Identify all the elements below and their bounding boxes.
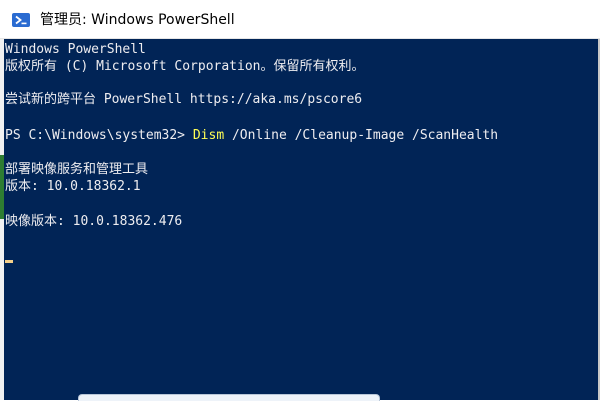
console-prompt: PS C:\Windows\system32> <box>5 128 193 143</box>
command-arguments: /Online /Cleanup-Image /ScanHealth <box>224 128 499 143</box>
console-line: 尝试新的跨平台 PowerShell https://aka.ms/pscore… <box>5 92 363 107</box>
console-line: 版权所有 (C) Microsoft Corporation。保留所有权利。 <box>5 59 365 74</box>
command-line: PS C:\Windows\system32> Dism /Online /Cl… <box>5 128 498 144</box>
text-cursor <box>5 260 13 263</box>
console-line: 部署映像服务和管理工具 <box>5 162 149 177</box>
title-bar[interactable]: 管理员: Windows PowerShell <box>0 0 600 39</box>
console-line: 版本: 10.0.18362.1 <box>5 179 141 194</box>
console-line: 映像版本: 10.0.18362.476 <box>5 214 183 229</box>
command-name: Dism <box>192 128 225 143</box>
powershell-icon <box>12 13 30 27</box>
console-output[interactable]: Windows PowerShell 版权所有 (C) Microsoft Co… <box>4 39 598 400</box>
console-line: Windows PowerShell <box>5 42 146 57</box>
powershell-window: 管理员: Windows PowerShell Windows PowerShe… <box>0 0 600 401</box>
window-title: 管理员: Windows PowerShell <box>40 12 235 28</box>
